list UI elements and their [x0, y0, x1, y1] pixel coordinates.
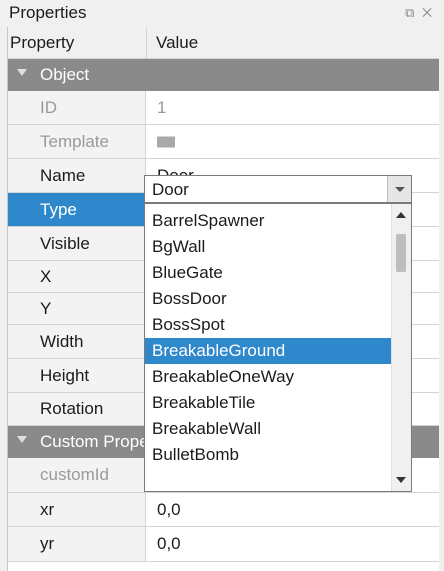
row-id[interactable]: ID 1: [8, 91, 439, 125]
dropdown-option[interactable]: BossDoor: [145, 286, 393, 312]
dropdown-option[interactable]: BreakableTile: [145, 390, 393, 416]
close-icon[interactable]: ✕: [422, 5, 434, 20]
prop-name: Type: [40, 199, 77, 219]
prop-name: Rotation: [40, 399, 104, 418]
dropdown-option[interactable]: BossSpot: [145, 312, 393, 338]
collapse-icon[interactable]: [17, 436, 27, 443]
prop-value[interactable]: 0,0: [157, 500, 181, 520]
window-buttons: ⧉ ✕: [405, 5, 434, 21]
header-property[interactable]: Property: [10, 33, 74, 53]
prop-name: ID: [40, 97, 57, 117]
row-yr[interactable]: yr 0,0: [8, 527, 439, 562]
dropdown-option[interactable]: BarrelSpawner: [145, 208, 393, 234]
prop-value: 1: [157, 97, 167, 117]
panel-title: Properties: [9, 3, 87, 22]
float-icon[interactable]: ⧉: [405, 5, 416, 20]
prop-name: Y: [40, 298, 52, 318]
prop-name: Visible: [40, 233, 90, 253]
prop-name: yr: [40, 534, 55, 553]
dropdown-option[interactable]: BgWall: [145, 234, 393, 260]
type-dropdown-list[interactable]: BarrelSpawner BgWall BlueGate BossDoor B…: [144, 203, 412, 492]
chevron-down-icon[interactable]: [387, 176, 411, 202]
collapse-icon[interactable]: [17, 69, 27, 76]
scroll-thumb[interactable]: [396, 234, 406, 272]
header-divider[interactable]: [146, 27, 147, 58]
properties-titlebar: Properties ⧉ ✕: [0, 0, 444, 27]
dropdown-option[interactable]: BlueGate: [145, 260, 393, 286]
type-combobox[interactable]: Door: [144, 175, 412, 203]
header-value[interactable]: Value: [156, 33, 198, 53]
template-icon[interactable]: [157, 136, 175, 147]
prop-name: Template: [40, 131, 109, 151]
prop-name: customId: [40, 465, 109, 484]
prop-name: Height: [40, 365, 90, 385]
scroll-up-icon[interactable]: [396, 212, 406, 218]
scroll-down-icon[interactable]: [396, 477, 406, 483]
dropdown-scrollbar[interactable]: [391, 204, 411, 491]
prop-name: X: [40, 266, 52, 286]
prop-name: Name: [40, 165, 86, 185]
dropdown-option[interactable]: BulletBomb: [145, 442, 393, 468]
type-combobox-value[interactable]: Door: [152, 180, 189, 200]
table-header: Property Value: [8, 27, 439, 59]
dropdown-option[interactable]: BreakableOneWay: [145, 364, 393, 390]
row-template[interactable]: Template: [8, 125, 439, 159]
prop-name: Width: [40, 331, 84, 351]
dropdown-option[interactable]: BreakableWall: [145, 416, 393, 442]
row-xr[interactable]: xr 0,0: [8, 493, 439, 527]
group-label: Object: [40, 65, 90, 84]
prop-name: xr: [40, 499, 55, 519]
prop-value[interactable]: 0,0: [157, 534, 181, 554]
group-object[interactable]: Object: [8, 59, 439, 91]
dropdown-option-selected[interactable]: BreakableGround: [145, 338, 393, 364]
